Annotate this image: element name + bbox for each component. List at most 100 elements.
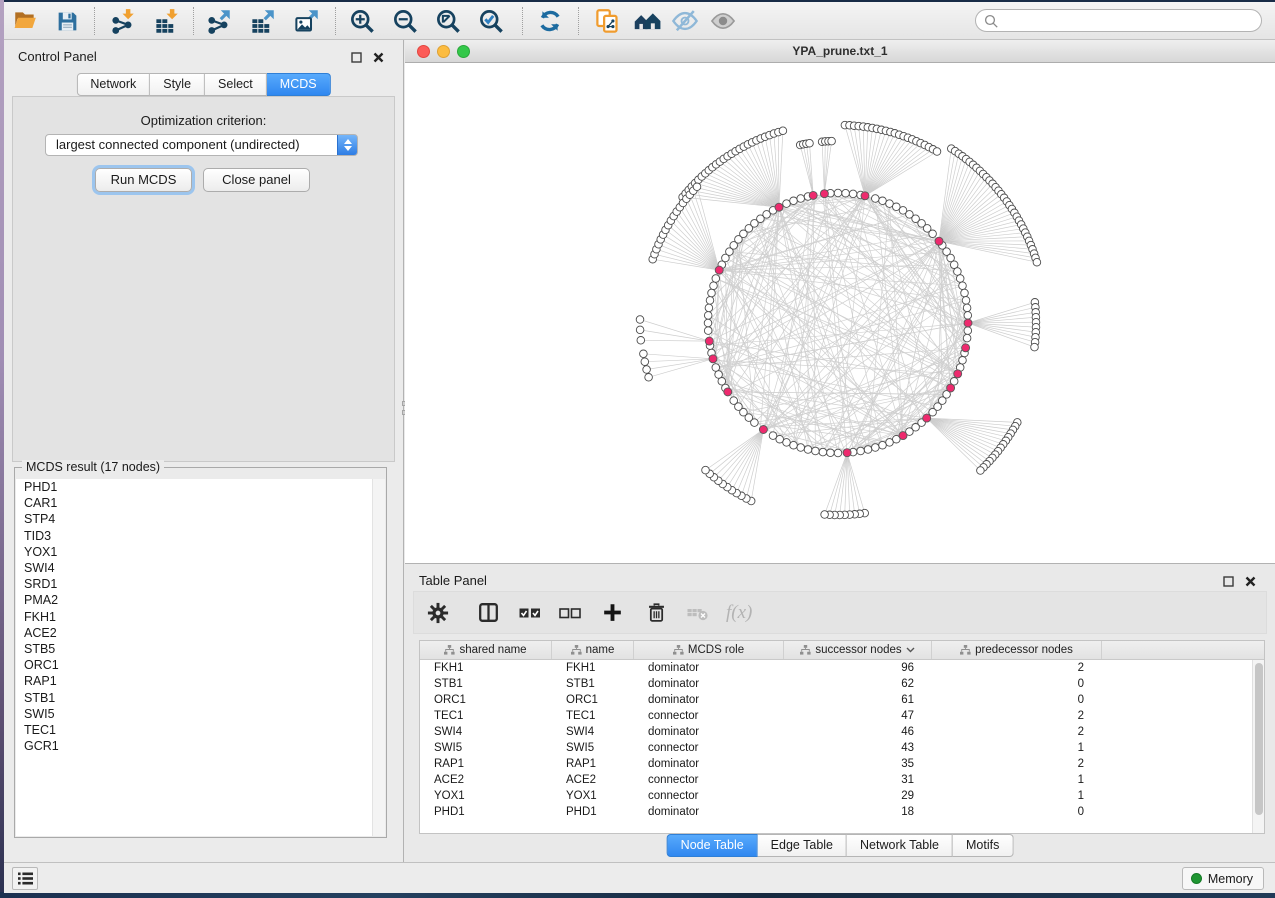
show-column-panel-button[interactable] — [470, 596, 506, 630]
zoom-out-button[interactable] — [388, 5, 422, 37]
mcds-list-scrollbar[interactable] — [372, 479, 385, 836]
cell-mcds-role: connector — [634, 772, 784, 788]
export-image-button[interactable] — [289, 5, 323, 37]
list-icon — [18, 872, 33, 885]
table-row[interactable]: RAP1RAP1dominator352 — [420, 756, 1264, 772]
table-row[interactable]: ORC1ORC1dominator610 — [420, 692, 1264, 708]
mcds-result-item[interactable]: TID3 — [16, 528, 385, 544]
table-settings-button[interactable] — [420, 596, 456, 630]
export-image-icon — [293, 8, 320, 35]
mcds-result-item[interactable]: SWI5 — [16, 706, 385, 722]
table-row[interactable]: STB1STB1dominator620 — [420, 676, 1264, 692]
mcds-result-item[interactable]: YOX1 — [16, 544, 385, 560]
float-table-panel-button[interactable] — [1221, 574, 1235, 588]
mcds-result-list[interactable]: PHD1CAR1STP4TID3YOX1SWI4SRD1PMA2FKH1ACE2… — [16, 479, 385, 836]
mcds-result-item[interactable]: CAR1 — [16, 495, 385, 511]
table-row[interactable]: SWI5SWI5connector431 — [420, 740, 1264, 756]
hide-graphics-details-button[interactable] — [668, 5, 702, 37]
table-row[interactable]: PHD1PHD1dominator180 — [420, 804, 1264, 820]
tab-motifs[interactable]: Motifs — [953, 834, 1013, 857]
tab-style[interactable]: Style — [150, 73, 205, 96]
open-file-button[interactable] — [8, 5, 42, 37]
cell-shared-name: RAP1 — [420, 756, 552, 772]
table-row[interactable]: TEC1TEC1connector472 — [420, 708, 1264, 724]
first-neighbors-button[interactable] — [630, 5, 664, 37]
run-mcds-button[interactable]: Run MCDS — [95, 168, 192, 192]
table-row[interactable]: FKH1FKH1dominator962 — [420, 660, 1264, 676]
network-graph[interactable] — [405, 63, 1275, 563]
tab-select[interactable]: Select — [205, 73, 267, 96]
tab-edge-table[interactable]: Edge Table — [758, 834, 847, 857]
search-input[interactable] — [1004, 10, 1253, 31]
mcds-result-item[interactable]: STB1 — [16, 690, 385, 706]
column-label: MCDS role — [688, 644, 744, 656]
mcds-result-item[interactable]: PMA2 — [16, 592, 385, 608]
save-session-button[interactable] — [50, 5, 84, 37]
cell-name: RAP1 — [552, 756, 634, 772]
tab-network-table[interactable]: Network Table — [847, 834, 953, 857]
create-column-button[interactable] — [594, 596, 630, 630]
import-table-icon — [153, 8, 180, 35]
mcds-result-item[interactable]: SRD1 — [16, 576, 385, 592]
mcds-result-item[interactable]: RAP1 — [16, 673, 385, 689]
mcds-result-item[interactable]: PHD1 — [16, 479, 385, 495]
optimization-criterion-select[interactable]: largest connected component (undirected) — [45, 134, 358, 156]
mcds-result-item[interactable]: STB5 — [16, 641, 385, 657]
tab-node-table[interactable]: Node Table — [667, 834, 758, 857]
float-panel-button[interactable] — [349, 50, 363, 64]
mcds-result-item[interactable]: ACE2 — [16, 625, 385, 641]
column-header-MCDS-role[interactable]: MCDS role — [634, 641, 784, 659]
show-graphics-details-button[interactable] — [706, 5, 740, 37]
export-table-button[interactable] — [245, 5, 279, 37]
select-all-columns-button[interactable] — [512, 596, 548, 630]
copy-network-button[interactable] — [590, 5, 624, 37]
zoom-selected-button[interactable] — [474, 5, 508, 37]
function-builder-button-disabled: f(x) — [726, 602, 752, 624]
export-network-button[interactable] — [201, 5, 235, 37]
attribute-type-icon — [960, 645, 971, 655]
close-mcds-panel-button[interactable]: Close panel — [203, 168, 310, 192]
delete-column-button[interactable] — [638, 596, 674, 630]
column-header-predecessor-nodes[interactable]: predecessor nodes — [932, 641, 1102, 659]
cell-predecessor-nodes: 0 — [932, 676, 1102, 692]
table-toolbar: f(x) — [413, 591, 1267, 634]
zoom-in-button[interactable] — [345, 5, 379, 37]
cell-predecessor-nodes: 0 — [932, 804, 1102, 820]
network-canvas[interactable] — [405, 63, 1275, 563]
optimization-criterion-label: Optimization criterion: — [13, 113, 394, 128]
column-header-shared-name[interactable]: shared name — [420, 641, 552, 659]
deselect-all-columns-button[interactable] — [552, 596, 588, 630]
mcds-result-item[interactable]: SWI4 — [16, 560, 385, 576]
close-panel-button[interactable] — [371, 50, 385, 64]
column-header-successor-nodes[interactable]: successor nodes — [784, 641, 932, 659]
table-row[interactable]: YOX1YOX1connector291 — [420, 788, 1264, 804]
toolbar-separator — [335, 7, 336, 35]
cell-name: PHD1 — [552, 804, 634, 820]
task-history-button[interactable] — [12, 867, 38, 890]
table-row[interactable]: SWI4SWI4dominator462 — [420, 724, 1264, 740]
table-row[interactable]: ACE2ACE2connector311 — [420, 772, 1264, 788]
cell-predecessor-nodes: 2 — [932, 724, 1102, 740]
import-network-icon — [109, 8, 136, 35]
zoom-fit-button[interactable] — [431, 5, 465, 37]
tab-mcds[interactable]: MCDS — [267, 73, 331, 96]
mcds-result-item[interactable]: FKH1 — [16, 609, 385, 625]
toolbar-separator — [522, 7, 523, 35]
mcds-result-item[interactable]: STP4 — [16, 511, 385, 527]
column-header-name[interactable]: name — [552, 641, 634, 659]
mcds-result-item[interactable]: TEC1 — [16, 722, 385, 738]
mcds-result-item[interactable]: GCR1 — [16, 738, 385, 754]
import-network-button[interactable] — [105, 5, 139, 37]
table-vertical-scrollbar[interactable] — [1252, 660, 1264, 833]
import-table-button[interactable] — [149, 5, 183, 37]
zoom-in-icon — [349, 8, 376, 35]
memory-button[interactable]: Memory — [1182, 867, 1264, 890]
zoom-selected-icon — [478, 8, 505, 35]
tab-network[interactable]: Network — [76, 73, 150, 96]
network-window-titlebar[interactable]: YPA_prune.txt_1 — [405, 40, 1275, 63]
mcds-result-item[interactable]: ORC1 — [16, 657, 385, 673]
refresh-view-button[interactable] — [533, 5, 567, 37]
scrollbar-thumb[interactable] — [1255, 663, 1263, 815]
delete-table-button-disabled — [680, 596, 716, 630]
close-table-panel-button[interactable] — [1243, 574, 1257, 588]
